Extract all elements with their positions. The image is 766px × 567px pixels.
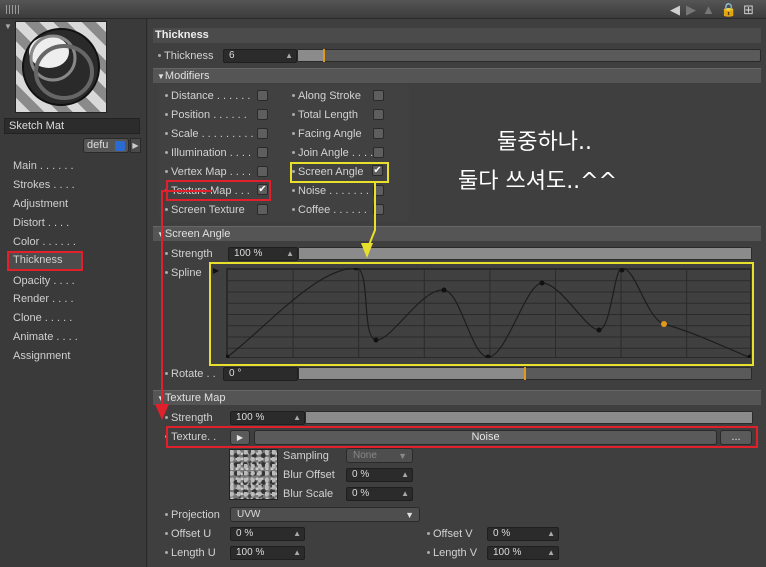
- yellow-arrow-line: [366, 183, 376, 251]
- annotation-arrows: [155, 183, 376, 420]
- red-arrow-head: [155, 404, 169, 420]
- red-arrow-line: [161, 190, 212, 410]
- yellow-arrow-head: [361, 243, 373, 258]
